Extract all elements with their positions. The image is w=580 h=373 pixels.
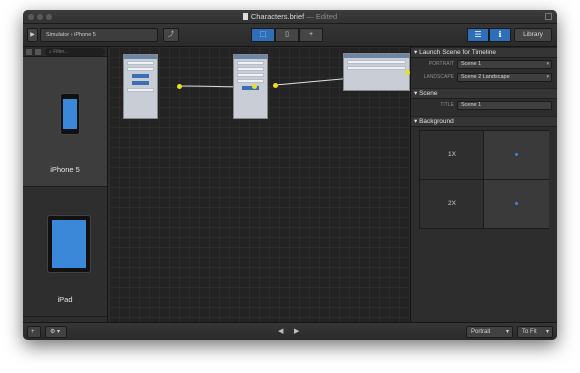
play-icon: ▶ (30, 32, 35, 38)
section-title: Scene (419, 90, 438, 97)
color-dot-icon (515, 202, 518, 205)
connection-handle[interactable] (273, 83, 278, 88)
landscape-row: LANDSCAPE Scene 2 Landscape ▾ (411, 71, 557, 84)
breadcrumb-device[interactable]: iPhone 5 (74, 32, 96, 38)
fullscreen-icon[interactable] (545, 13, 552, 20)
scene-thumbnail-1[interactable] (123, 54, 158, 119)
view-mode-segmented-control[interactable]: ⬚ ▯ + (251, 28, 323, 42)
scene-title-input[interactable]: Scene 1 (457, 101, 552, 110)
title-bar: Characters.brief — Edited (23, 10, 557, 24)
landscape-label: LANDSCAPE (423, 74, 454, 80)
info-icon: ℹ (498, 30, 502, 39)
device-item-iphone5[interactable]: iPhone 5 (23, 57, 107, 187)
section-background[interactable]: ▾ Background (411, 116, 557, 127)
portrait-value: Scene 1 (461, 61, 482, 67)
inspector-toggle-button[interactable]: ☰ (467, 28, 489, 42)
previous-scene-icon[interactable]: ◀ (278, 327, 283, 335)
edited-status: — Edited (306, 12, 338, 21)
window-title: Characters.brief — Edited (23, 12, 557, 21)
ipad-icon (47, 215, 91, 273)
toolbar: ▶ Simulator › iPhone 5 ⤴ ⬚ ▯ + ☰ ℹ Libra… (23, 24, 557, 47)
iphone-icon (60, 93, 80, 135)
next-scene-icon[interactable]: ▶ (294, 327, 299, 335)
breadcrumb[interactable]: Simulator › iPhone 5 (40, 28, 158, 42)
scene-thumbnail-2[interactable] (233, 54, 268, 119)
scene-title-row: TITLE Scene 1 (411, 99, 557, 112)
portrait-label: PORTRAIT (428, 61, 454, 67)
orientation-value: Portrait (471, 329, 491, 335)
breadcrumb-simulator[interactable]: Simulator (46, 32, 69, 38)
add-scene-button[interactable]: + (299, 28, 323, 42)
device-label: iPhone 5 (50, 165, 80, 174)
portrait-scene-select[interactable]: Scene 1 ▾ (457, 60, 552, 69)
add-icon: + (31, 329, 35, 335)
add-button[interactable]: + (27, 326, 41, 338)
background-2x-label: 2X (448, 200, 456, 207)
connection-handle[interactable] (252, 84, 257, 89)
library-button[interactable]: Library (514, 28, 552, 42)
chevron-down-icon: ▾ (545, 329, 549, 335)
breadcrumb-separator: › (70, 32, 73, 38)
play-button[interactable]: ▶ (27, 28, 38, 42)
filter-placeholder: Filter... (53, 49, 69, 55)
inspector-icon: ☰ (474, 30, 482, 39)
connection-handle[interactable] (177, 84, 182, 89)
share-icon: ⤴ (167, 32, 174, 38)
title-label: TITLE (440, 102, 454, 108)
color-dot-icon (515, 153, 518, 156)
device-sidebar: ⌕ Filter... iPhone 5 iPad (23, 47, 108, 322)
chevron-down-icon: ▾ (546, 61, 549, 67)
section-title: Launch Scene for Timeline (419, 49, 497, 56)
background-1x-label: 1X (448, 151, 456, 158)
gear-icon: ⚙ (50, 329, 56, 335)
portrait-row: PORTRAIT Scene 1 ▾ (411, 58, 557, 71)
device-view-button[interactable]: ▯ (275, 28, 299, 42)
document-icon (242, 13, 248, 20)
background-image-grid: 1X 2X (419, 130, 549, 229)
share-button[interactable]: ⤴ (163, 28, 179, 42)
section-scene[interactable]: ▾ Scene (411, 88, 557, 99)
timeline-canvas[interactable] (109, 47, 410, 322)
zoom-value: To Fit (522, 329, 537, 335)
layout-view-button[interactable]: ⬚ (251, 28, 275, 42)
device-label: iPad (57, 295, 73, 304)
landscape-value: Scene 2 Landscape (461, 74, 510, 80)
section-title: Background (419, 118, 454, 125)
gear-menu-button[interactable]: ⚙ ▾ (45, 326, 67, 338)
bottom-bar: + ⚙ ▾ ◀ ▶ Portrait ▾ To Fit ▾ (23, 322, 557, 340)
landscape-scene-select[interactable]: Scene 2 Landscape ▾ (457, 73, 552, 82)
section-launch-scene[interactable]: ▾ Launch Scene for Timeline (411, 47, 557, 58)
chevron-down-icon: ▾ (505, 329, 509, 335)
info-toggle-button[interactable]: ℹ (489, 28, 511, 42)
document-name: Characters.brief (250, 12, 305, 21)
inspector-panel: ▾ Launch Scene for Timeline PORTRAIT Sce… (410, 47, 557, 322)
filter-bar: ⌕ Filter... (23, 47, 107, 57)
list-view-icon[interactable] (35, 49, 41, 55)
chevron-down-icon: ▾ (546, 74, 549, 80)
filter-input[interactable]: ⌕ Filter... (45, 48, 105, 56)
device-item-ipad[interactable]: iPad (23, 187, 107, 317)
app-window: Characters.brief — Edited ▶ Simulator › … (23, 10, 557, 340)
grid-view-icon[interactable] (26, 49, 32, 55)
scene-thumbnail-landscape[interactable] (343, 53, 410, 91)
zoom-select[interactable]: To Fit ▾ (517, 326, 553, 338)
orientation-select[interactable]: Portrait ▾ (466, 326, 513, 338)
